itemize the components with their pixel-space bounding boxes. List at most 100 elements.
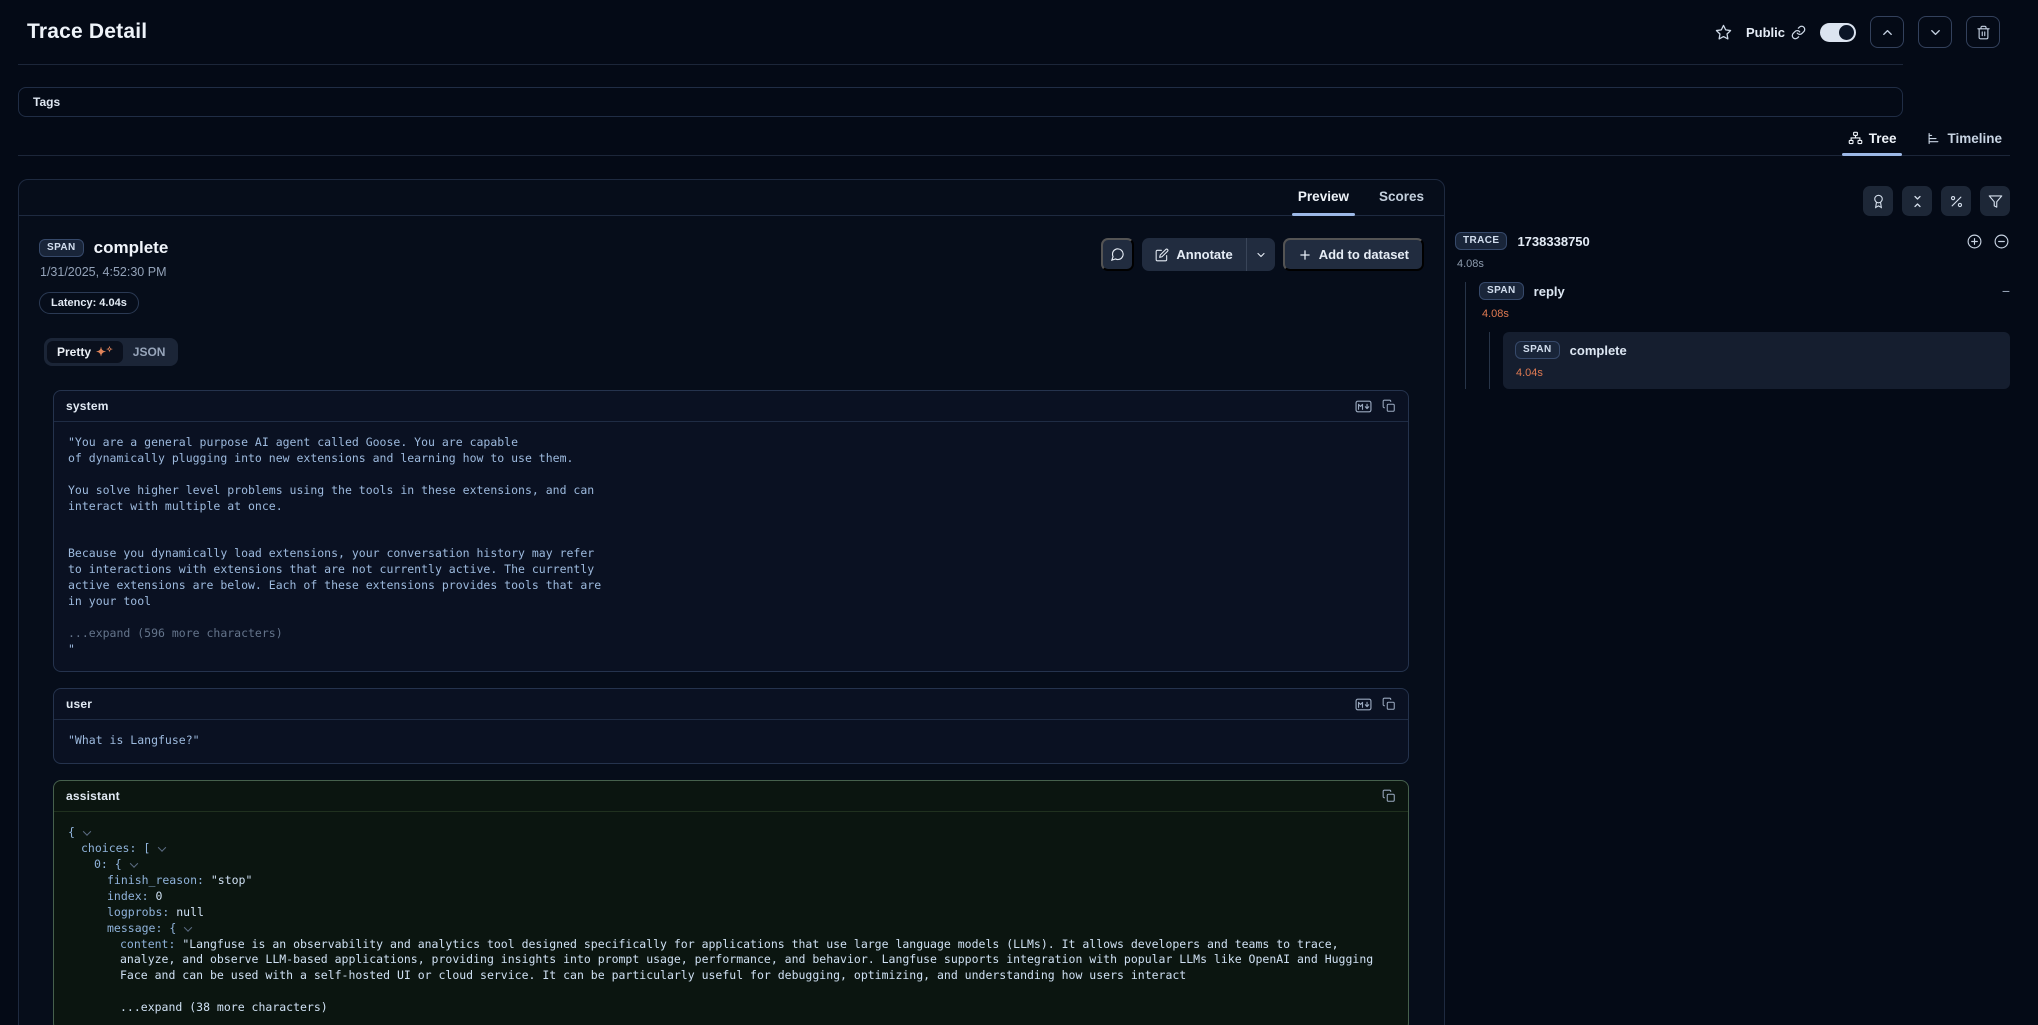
trace-type-badge: TRACE — [1455, 232, 1507, 250]
tags-container[interactable]: Tags — [18, 87, 1903, 117]
message-line: " — [68, 642, 1394, 658]
json-value: { — [169, 921, 176, 935]
filter-icon — [1988, 194, 2003, 209]
next-trace-button[interactable] — [1918, 16, 1952, 48]
collapse-vertical-icon — [1910, 194, 1925, 209]
trace-duration: 4.08s — [1457, 258, 2010, 270]
observation-meta: SPAN complete 1/31/2025, 4:52:30 PM Late… — [39, 238, 168, 314]
message-line — [68, 467, 1394, 483]
timeline-icon — [1926, 131, 1941, 146]
scores-toggle-button[interactable] — [1863, 186, 1893, 216]
add-to-dataset-label: Add to dataset — [1319, 247, 1409, 262]
json-value: 0 — [155, 889, 162, 903]
json-line: finish_reason: "stop" — [68, 873, 1394, 889]
copy-icon[interactable] — [1382, 697, 1396, 711]
span-type-badge: SPAN — [1515, 341, 1560, 359]
trace-tree-root[interactable]: TRACE 1738338750 — [1455, 232, 2010, 250]
tree-icon — [1848, 131, 1863, 146]
json-line: 0: { — [68, 857, 1394, 873]
percent-icon — [1949, 194, 1964, 209]
message-line: interact with multiple at once. — [68, 499, 1394, 515]
previous-trace-button[interactable] — [1870, 16, 1904, 48]
chevron-down-icon — [1928, 25, 1943, 40]
assistant-message-box: assistant {choices: [0: {finish_reason: … — [53, 780, 1409, 1025]
add-to-dataset-button[interactable]: Add to dataset — [1283, 238, 1424, 271]
collapse-chevron-icon[interactable] — [129, 859, 137, 867]
metrics-toggle-button[interactable] — [1941, 186, 1971, 216]
collapse-chevron-icon[interactable] — [184, 923, 192, 931]
json-label: JSON — [133, 345, 166, 359]
comment-button[interactable] — [1101, 238, 1134, 271]
json-value: { — [68, 825, 75, 839]
link-icon — [1791, 25, 1806, 40]
observation-timestamp: 1/31/2025, 4:52:30 PM — [40, 265, 168, 279]
span-duration: 4.08s — [1482, 308, 2010, 320]
chevron-down-icon — [1255, 249, 1267, 261]
collapse-chevron-icon[interactable] — [83, 828, 91, 836]
tab-preview[interactable]: Preview — [1296, 180, 1351, 215]
json-line — [68, 984, 1394, 1000]
json-key: logprobs: — [107, 905, 176, 919]
expand-toggle[interactable]: ...expand (38 more characters) — [68, 1000, 1394, 1016]
top-bar-actions: Public — [1715, 16, 2000, 48]
collapse-all-button[interactable] — [1902, 186, 1932, 216]
star-icon[interactable] — [1715, 24, 1732, 41]
trace-children: SPAN reply − 4.08s SPAN complete 4.04s — [1465, 282, 2010, 389]
copy-icon[interactable] — [1382, 399, 1396, 413]
message-role-label: assistant — [66, 789, 120, 803]
copy-icon[interactable] — [1382, 789, 1396, 803]
tab-tree[interactable]: Tree — [1846, 125, 1899, 155]
tab-scores[interactable]: Scores — [1377, 180, 1426, 215]
json-value: null — [176, 905, 204, 919]
system-message-box: system "You are a general purpose AI age… — [53, 390, 1409, 672]
message-line: to interactions with extensions that are… — [68, 562, 1394, 578]
message-line: of dynamically plugging into new extensi… — [68, 451, 1394, 467]
format-json-button[interactable]: JSON — [123, 341, 176, 363]
plus-icon — [1298, 248, 1312, 262]
json-key: index: — [107, 889, 155, 903]
annotate-button[interactable]: Annotate — [1142, 238, 1245, 271]
annotate-dropdown-button[interactable] — [1247, 238, 1275, 271]
json-line: content: "Langfuse is an observability a… — [68, 937, 1394, 985]
award-icon — [1871, 194, 1886, 209]
edit-icon — [1155, 248, 1169, 262]
latency-badge: Latency: 4.04s — [39, 292, 139, 314]
observation-panel: Preview Scores SPAN complete 1/31/2025, … — [18, 179, 1445, 1025]
markdown-icon[interactable] — [1355, 400, 1372, 413]
json-key: choices: — [81, 841, 143, 855]
comment-icon — [1110, 247, 1125, 262]
observation-header: SPAN complete 1/31/2025, 4:52:30 PM Late… — [19, 216, 1444, 314]
tab-tree-label: Tree — [1869, 131, 1897, 146]
json-line: { — [68, 825, 1394, 841]
minus-circle-icon[interactable] — [1993, 233, 2010, 250]
tree-node-complete-selected[interactable]: SPAN complete 4.04s — [1503, 332, 2010, 389]
markdown-icon[interactable] — [1355, 698, 1372, 711]
delete-trace-button[interactable] — [1966, 16, 2000, 48]
panel-tabs: Preview Scores — [19, 180, 1444, 216]
filter-button[interactable] — [1980, 186, 2010, 216]
collapse-node-icon[interactable]: − — [2002, 284, 2010, 298]
trace-tree-sidebar: TRACE 1738338750 4.08s SPAN reply − 4.08… — [1455, 179, 2010, 389]
user-message-body: "What is Langfuse?" — [54, 720, 1408, 763]
annotate-split-button: Annotate — [1142, 238, 1274, 271]
message-line: Because you dynamically load extensions,… — [68, 546, 1394, 562]
public-toggle[interactable] — [1820, 23, 1856, 42]
plus-circle-icon[interactable] — [1966, 233, 1983, 250]
sparkles-icon: ✦✧ — [96, 346, 113, 358]
message-role-label: system — [66, 399, 109, 413]
span-name: complete — [1570, 343, 1627, 358]
tab-timeline[interactable]: Timeline — [1924, 125, 2004, 155]
collapse-chevron-icon[interactable] — [158, 844, 166, 852]
header-divider — [18, 64, 1903, 65]
format-pretty-button[interactable]: Pretty ✦✧ — [47, 341, 123, 363]
expand-toggle[interactable]: ...expand (596 more characters) — [68, 626, 1394, 642]
trash-icon — [1976, 25, 1991, 40]
tab-preview-label: Preview — [1298, 189, 1349, 204]
message-line: in your tool — [68, 594, 1394, 610]
tree-node-reply[interactable]: SPAN reply − — [1479, 282, 2010, 300]
json-key: 0: — [94, 857, 115, 871]
user-message-header: user — [54, 689, 1408, 720]
json-value: { — [115, 857, 122, 871]
observation-actions: Annotate Add to dataset — [1101, 238, 1424, 271]
public-link-group[interactable]: Public — [1746, 25, 1806, 40]
